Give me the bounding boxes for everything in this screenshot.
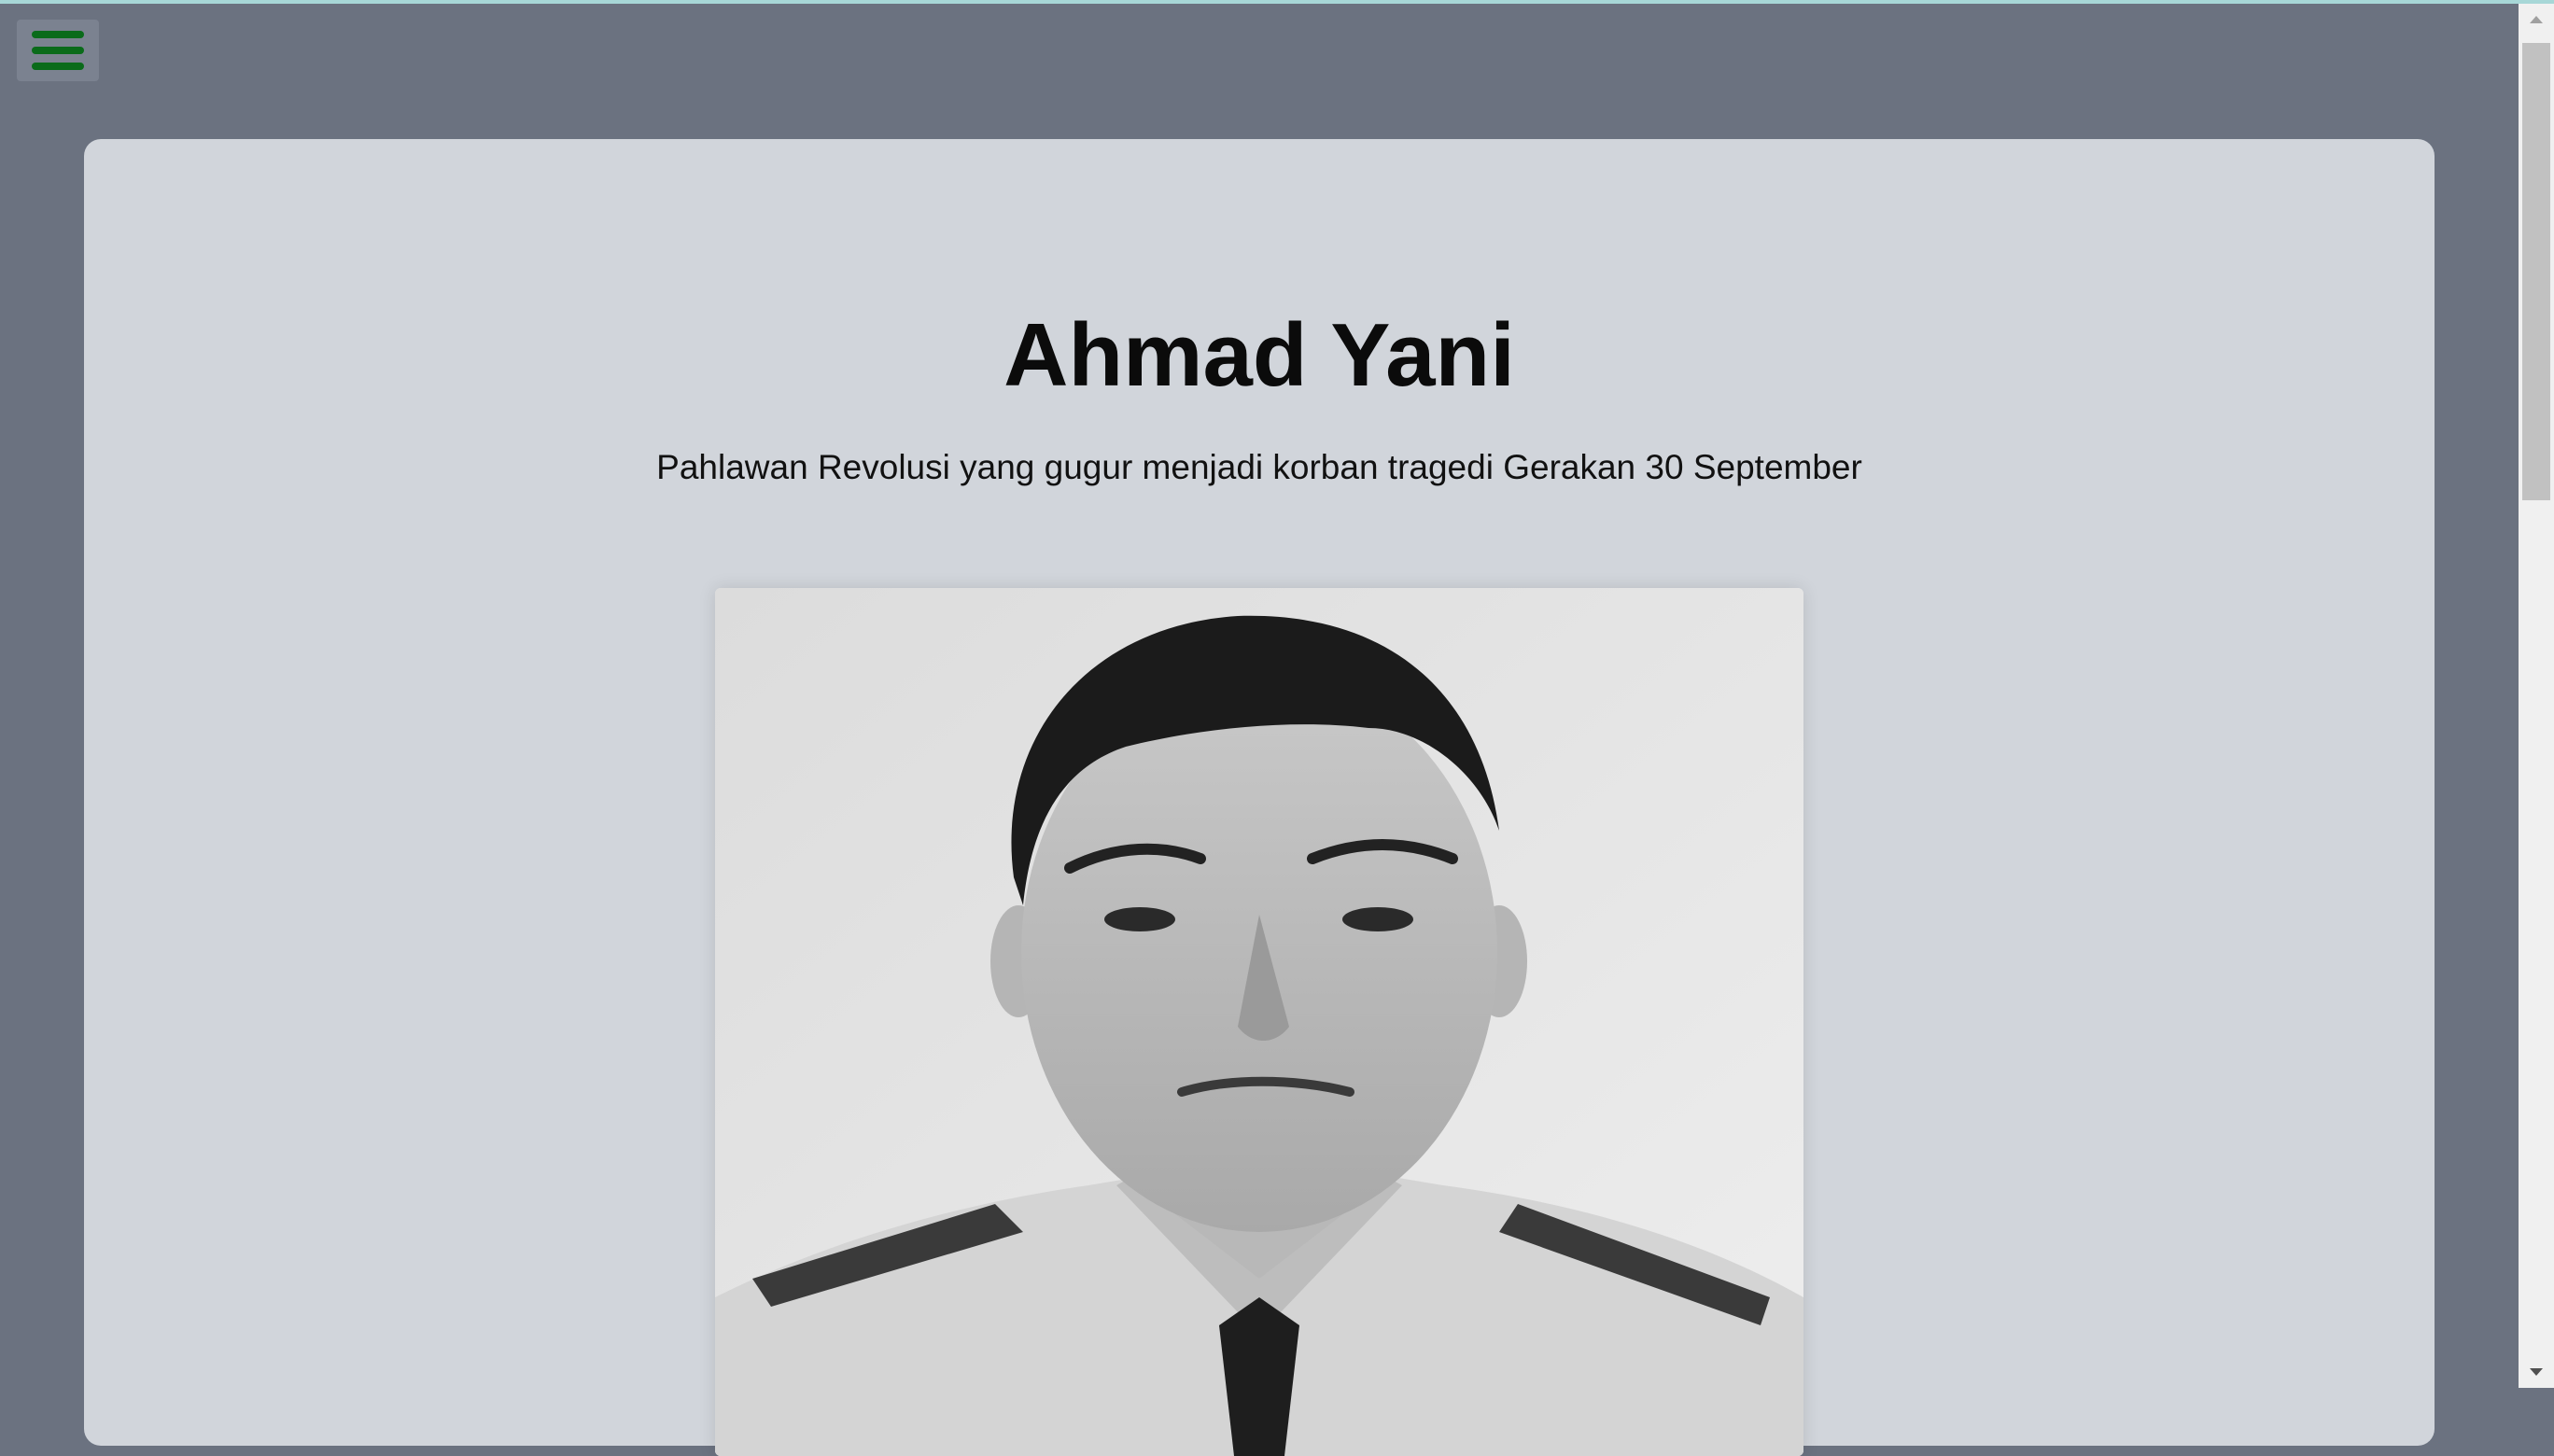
portrait-photo (715, 588, 1803, 1456)
content-card: Ahmad Yani Pahlawan Revolusi yang gugur … (84, 139, 2435, 1456)
top-border-line (0, 0, 2554, 4)
scroll-up-arrow-icon (2530, 16, 2543, 23)
hamburger-menu-icon (32, 31, 84, 70)
page-title: Ahmad Yani (1003, 305, 1515, 405)
scrollbar-thumb[interactable] (2522, 43, 2550, 500)
scroll-up-button[interactable] (2519, 4, 2554, 35)
hamburger-menu-button[interactable] (17, 20, 99, 81)
page-subtitle: Pahlawan Revolusi yang gugur menjadi kor… (656, 448, 1862, 486)
vertical-scrollbar[interactable] (2519, 4, 2554, 1388)
portrait-illustration (715, 588, 1803, 1456)
scroll-down-button[interactable] (2519, 1356, 2554, 1388)
scroll-down-arrow-icon (2530, 1368, 2543, 1376)
